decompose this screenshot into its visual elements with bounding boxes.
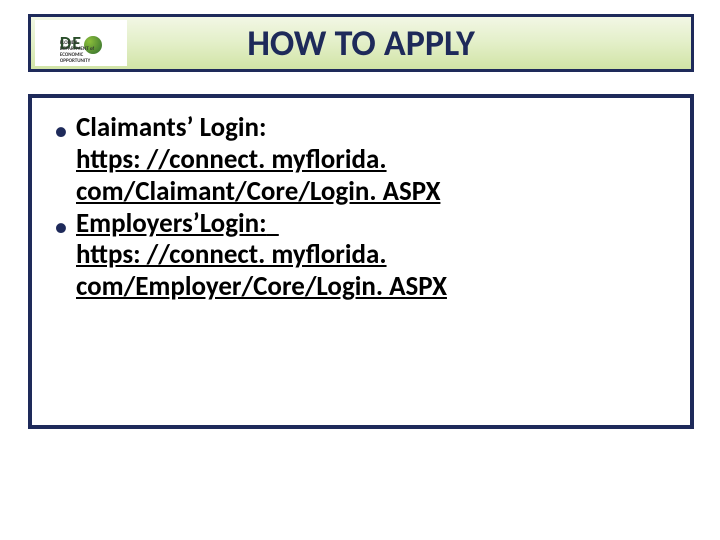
content-box: • Claimants’ Login: https: //connect. my… (28, 94, 694, 429)
bullet-icon: • (46, 208, 76, 304)
bullet-content: Claimants’ Login: https: //connect. myfl… (76, 112, 672, 208)
bullet-content: Employers’Login: https: //connect. myflo… (76, 208, 672, 304)
list-item: • Claimants’ Login: https: //connect. my… (46, 112, 672, 208)
title-bar: DE FLORIDA DEPARTMENT of ECONOMIC OPPORT… (28, 14, 694, 72)
claimants-login-link[interactable]: https: //connect. myflorida. com/Claiman… (76, 143, 440, 208)
employers-login-link[interactable]: https: //connect. myflorida. com/Employe… (76, 238, 447, 303)
bullet-label: Claimants’ Login: (76, 111, 267, 144)
trailing-space (267, 207, 279, 240)
page-title: HOW TO APPLY (31, 21, 691, 65)
slide: DE FLORIDA DEPARTMENT of ECONOMIC OPPORT… (0, 0, 720, 540)
bullet-icon: • (46, 112, 76, 208)
list-item: • Employers’Login: https: //connect. myf… (46, 208, 672, 304)
bullet-label: Employers’Login: (76, 207, 267, 240)
